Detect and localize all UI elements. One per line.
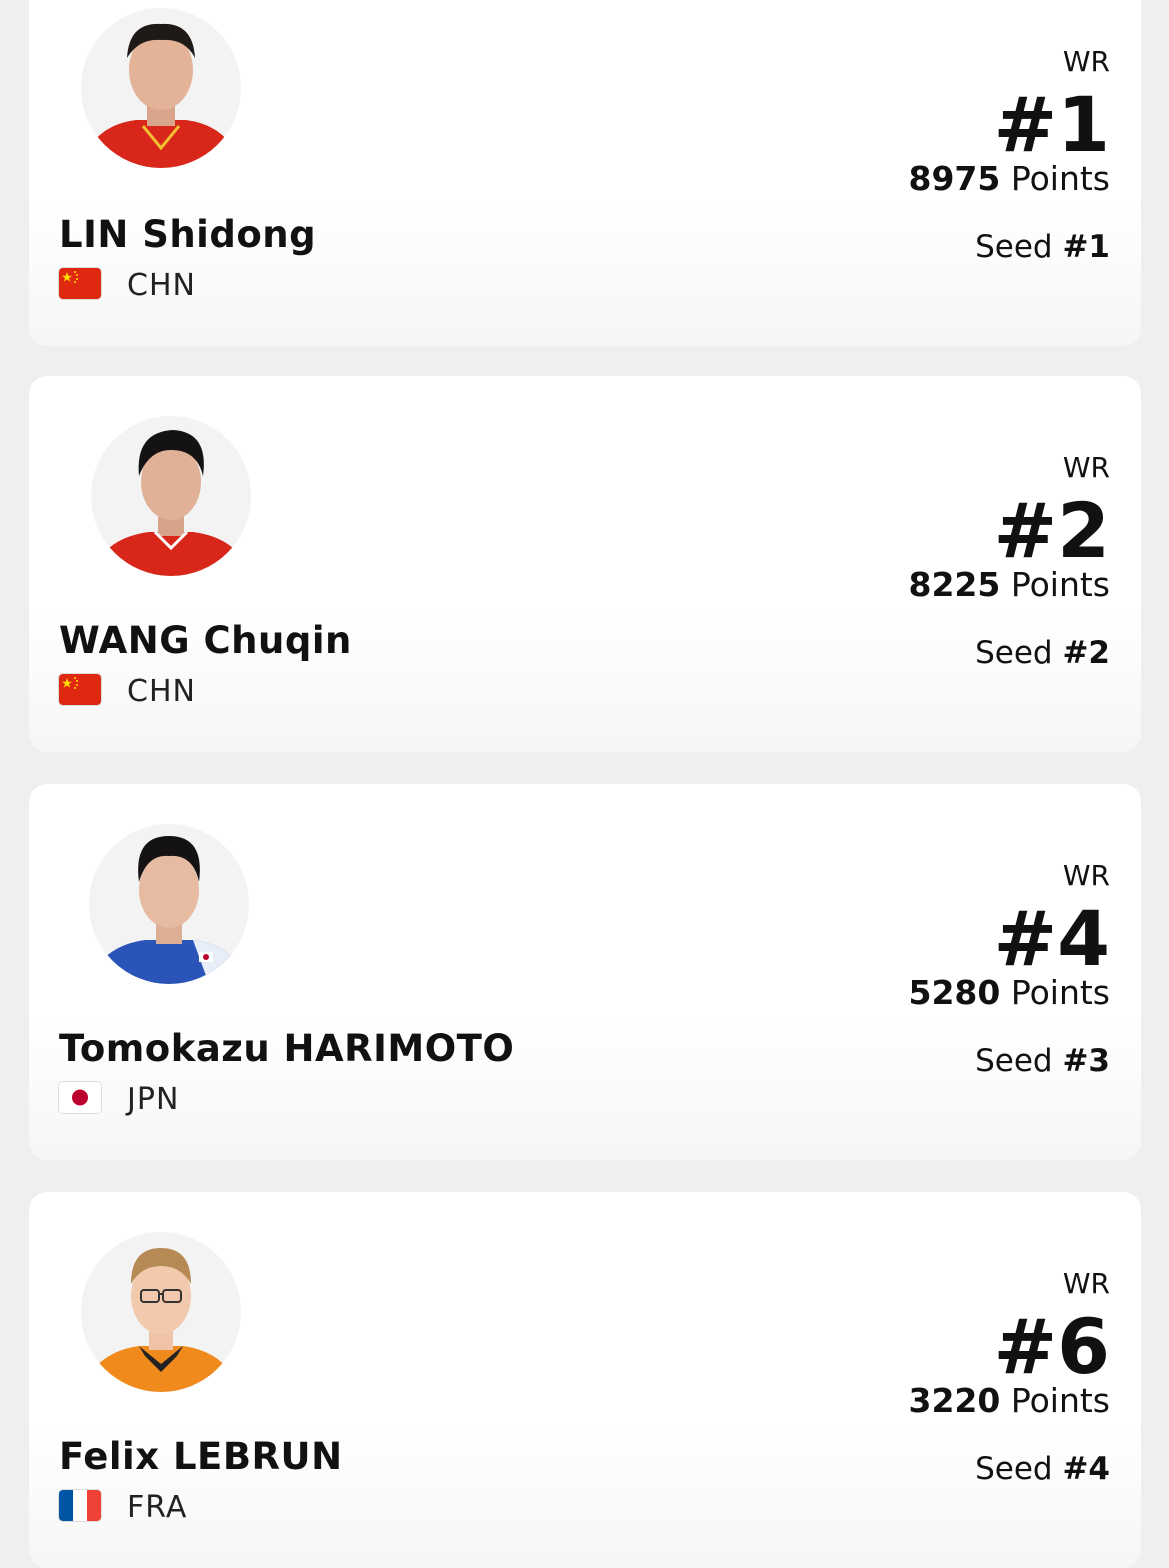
points-unit: Points [1010,565,1110,604]
seed: Seed #1 [975,229,1110,265]
points-unit: Points [1010,159,1110,198]
seed: Seed #3 [975,1043,1110,1079]
world-rank: #2 [993,486,1110,575]
world-rank-label: WR [1062,1267,1110,1300]
points-value: 8225 [908,565,1001,604]
ranking-points: 8975 Points [909,159,1111,198]
china-flag-icon [59,674,101,705]
player-name[interactable]: Tomokazu HARIMOTO [59,1027,514,1070]
seed-label: Seed [975,1043,1053,1079]
points-value: 3220 [908,1381,1001,1420]
player-country: CHN [127,674,196,709]
player-card[interactable]: Felix LEBRUN FRA WR #6 3220 Points Seed … [29,1192,1141,1568]
ranking-points: 5280 Points [909,973,1111,1012]
player-photo [81,8,241,168]
world-rank-label: WR [1062,45,1110,78]
points-unit: Points [1010,1381,1110,1420]
ranking-points: 8225 Points [909,565,1111,604]
china-flag-icon [59,268,101,299]
world-rank: #6 [993,1302,1110,1391]
player-country: JPN [127,1082,180,1117]
player-photo [89,824,249,984]
player-card[interactable]: LIN Shidong CHN WR #1 8975 Points Seed #… [29,0,1141,346]
world-rank-label: WR [1062,859,1110,892]
seed-label: Seed [975,635,1053,671]
player-country: CHN [127,268,196,303]
seed-value: #1 [1062,229,1110,265]
player-name[interactable]: Felix LEBRUN [59,1435,343,1478]
seed-label: Seed [975,229,1053,265]
world-rank: #1 [993,80,1110,169]
player-photo [81,1232,241,1392]
france-flag-icon [59,1490,101,1521]
player-name[interactable]: WANG Chuqin [59,619,352,662]
seed: Seed #4 [975,1451,1110,1487]
japan-flag-icon [59,1082,101,1113]
seed-value: #3 [1062,1043,1110,1079]
points-value: 5280 [908,973,1001,1012]
player-country: FRA [127,1490,188,1525]
player-card[interactable]: Tomokazu HARIMOTO JPN WR #4 5280 Points … [29,784,1141,1160]
player-card[interactable]: WANG Chuqin CHN WR #2 8225 Points Seed #… [29,376,1141,752]
seed-value: #2 [1062,635,1110,671]
player-name[interactable]: LIN Shidong [59,213,316,256]
seed: Seed #2 [975,635,1110,671]
world-rank-label: WR [1062,451,1110,484]
player-photo [91,416,251,576]
points-value: 8975 [908,159,1001,198]
seed-value: #4 [1062,1451,1110,1487]
ranking-points: 3220 Points [909,1381,1111,1420]
world-rank: #4 [993,894,1110,983]
points-unit: Points [1010,973,1110,1012]
seed-label: Seed [975,1451,1053,1487]
